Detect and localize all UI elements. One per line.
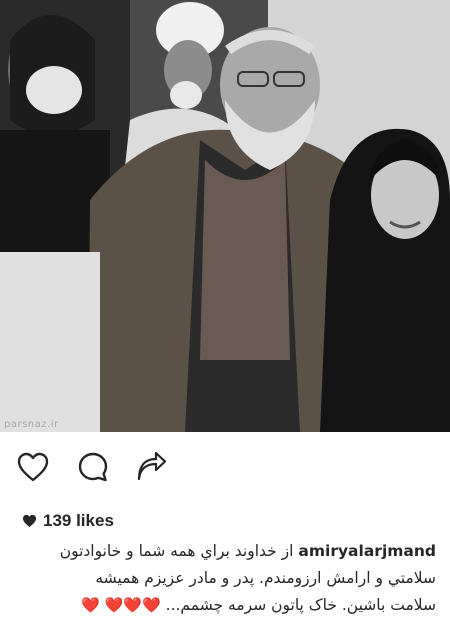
caption-text-1: از خداوند براي همه شما و خانوادتون [59, 542, 294, 560]
watermark-text: parsnaz.ir [4, 419, 59, 430]
caption-line-1: amiryalarjmand از خداوند براي همه شما و … [14, 538, 436, 565]
likes-text: 139 likes [43, 511, 114, 530]
likes-count[interactable]: 139 likes [22, 509, 114, 533]
post-photo[interactable]: parsnaz.ir [0, 0, 450, 432]
caption-hearts: ❤️❤️❤️ ❤️ [81, 596, 161, 614]
caption-text-3: سلامت باشین. خاک پاتون سرمه چشمم... [165, 596, 436, 614]
caption-username[interactable]: amiryalarjmand [298, 542, 436, 560]
share-button[interactable] [134, 450, 168, 484]
heart-outline-icon [17, 452, 49, 482]
caption-line-2: سلامتي و ارامش ارزومندم. پدر و مادر عزیز… [95, 569, 436, 587]
share-arrow-icon [137, 451, 167, 481]
comment-bubble-icon [78, 452, 108, 482]
caption-line-3: سلامت باشین. خاک پاتون سرمه چشمم... ❤️❤️… [14, 592, 436, 619]
heart-filled-icon [22, 514, 37, 528]
post-caption: amiryalarjmand از خداوند براي همه شما و … [14, 538, 436, 619]
like-button[interactable] [16, 450, 50, 484]
comment-button[interactable] [76, 450, 110, 484]
photo-illustration [0, 0, 450, 432]
